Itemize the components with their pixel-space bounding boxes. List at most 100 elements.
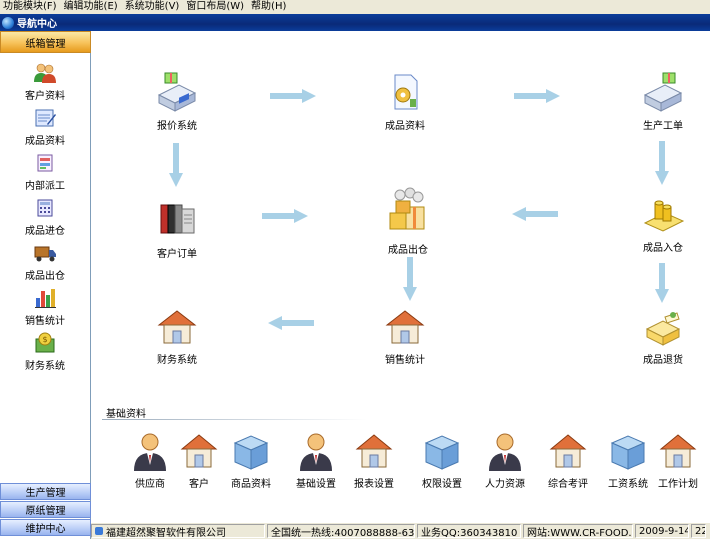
sidebar-item-sales-stats[interactable]: 销售统计 [0, 282, 90, 327]
menu-function-modules[interactable]: 功能模块(F) [0, 0, 61, 14]
menu-system[interactable]: 系统功能(V) [122, 0, 184, 14]
sidebar-section-base-paper[interactable]: 原纸管理 [0, 501, 91, 518]
arrow-down-icon [169, 143, 183, 187]
window-title: 导航中心 [17, 19, 57, 30]
section-divider [102, 419, 367, 420]
flow-node-label: 报价系统 [157, 121, 197, 132]
sidebar-section-maintenance[interactable]: 维护中心 [0, 519, 91, 536]
arrow-left-icon [512, 207, 558, 221]
binders-icon [155, 199, 199, 243]
sidebar-item-label: 财务系统 [25, 361, 65, 372]
flow-node-label: 成品入仓 [643, 243, 683, 254]
base-item-label: 客户 [189, 479, 209, 490]
notepad-icon [33, 106, 57, 130]
sidebar-item-label: 内部派工 [25, 181, 65, 192]
base-item-label: 工资系统 [608, 479, 648, 490]
base-item-basic-settings[interactable]: 基础设置 [285, 431, 347, 490]
truck-icon [33, 241, 57, 265]
flow-node-product-return[interactable]: 成品退货 [618, 305, 708, 366]
house-icon [179, 431, 219, 471]
calculator-icon [33, 196, 57, 220]
flow-node-label: 成品出仓 [388, 245, 428, 256]
status-bar: 福建超然聚智软件有限公司 全国统一热线:4007088888-63999 业务Q… [91, 523, 710, 539]
base-item-human-resources[interactable]: 人力资源 [474, 431, 536, 490]
blue-box-icon [608, 431, 648, 471]
flow-node-label: 客户订单 [157, 249, 197, 260]
base-item-label: 工作计划 [658, 479, 698, 490]
flow-node-label: 生产工单 [643, 121, 683, 132]
blue-box-icon [422, 431, 462, 471]
open-box-icon [641, 305, 685, 349]
status-hotline: 全国统一热线:4007088888-63999 [267, 524, 415, 538]
status-qq: 业务QQ:360343810 [417, 524, 521, 538]
menu-edit[interactable]: 编辑功能(E) [61, 0, 122, 14]
sidebar-item-product-stock-in[interactable]: 成品进仓 [0, 192, 90, 237]
sidebar-item-label: 销售统计 [25, 316, 65, 327]
flow-node-label: 销售统计 [385, 355, 425, 366]
sidebar-header-carton-management[interactable]: 纸箱管理 [0, 31, 91, 53]
arrow-right-icon [262, 209, 308, 223]
person-icon [485, 431, 525, 471]
person-icon [130, 431, 170, 471]
status-website: 网站:WWW.CR-FOOD.COM/CRJZ [523, 524, 633, 538]
status-time: 22 [691, 524, 706, 538]
sidebar-item-customer-info[interactable]: 客户资料 [0, 57, 90, 102]
computer-gift-icon [641, 71, 685, 115]
base-item-permission-settings[interactable]: 权限设置 [411, 431, 473, 490]
base-info-title: 基础资料 [106, 409, 146, 420]
sidebar-section-production[interactable]: 生产管理 [0, 483, 91, 500]
sidebar: 纸箱管理 客户资料 成品资料 内部派工 成品进仓 成品出仓 销售统计 $ 财务系… [0, 31, 91, 539]
money-icon: $ [33, 331, 57, 355]
menu-window-layout[interactable]: 窗口布局(W) [183, 0, 248, 14]
globe-icon [2, 16, 14, 29]
sidebar-item-label: 客户资料 [25, 91, 65, 102]
menu-help[interactable]: 帮助(H) [248, 0, 290, 14]
status-date: 2009-9-14 [635, 524, 689, 538]
base-item-report-settings[interactable]: 报表设置 [343, 431, 405, 490]
house-icon [658, 431, 698, 471]
status-company-text: 福建超然聚智软件有限公司 [106, 527, 226, 538]
blue-box-icon [231, 431, 271, 471]
house-icon [155, 305, 199, 349]
flow-node-product-out[interactable]: 成品出仓 [363, 187, 453, 256]
arrow-right-icon [514, 89, 560, 103]
arrow-down-icon [655, 263, 669, 303]
coins-icon [641, 193, 685, 237]
gift-boxes-icon [382, 187, 434, 239]
base-item-work-plan[interactable]: 工作计划 [647, 431, 709, 490]
house-icon [354, 431, 394, 471]
base-item-label: 商品资料 [231, 479, 271, 490]
status-company-icon [95, 527, 103, 535]
base-item-label: 权限设置 [422, 479, 462, 490]
menu-bar: 功能模块(F) 编辑功能(E) 系统功能(V) 窗口布局(W) 帮助(H) [0, 0, 710, 14]
flow-node-product-info[interactable]: 成品资料 [360, 71, 450, 132]
house-icon [383, 305, 427, 349]
sidebar-item-label: 成品出仓 [25, 271, 65, 282]
flow-node-work-order[interactable]: 生产工单 [618, 71, 708, 132]
base-item-label: 基础设置 [296, 479, 336, 490]
sidebar-item-product-stock-out[interactable]: 成品出仓 [0, 237, 90, 282]
arrow-right-icon [270, 89, 316, 103]
flow-node-finance[interactable]: 财务系统 [132, 305, 222, 366]
dispatch-icon [33, 151, 57, 175]
base-item-label: 人力资源 [485, 479, 525, 490]
flow-node-customer-order[interactable]: 客户订单 [132, 199, 222, 260]
sidebar-item-label: 成品资料 [25, 136, 65, 147]
flow-node-sales-stats[interactable]: 销售统计 [360, 305, 450, 366]
base-item-goods-info[interactable]: 商品资料 [220, 431, 282, 490]
arrow-left-icon [268, 316, 314, 330]
flow-node-product-in[interactable]: 成品入仓 [618, 193, 708, 254]
sidebar-items: 客户资料 成品资料 内部派工 成品进仓 成品出仓 销售统计 $ 财务系统 [0, 57, 90, 372]
sidebar-item-internal-dispatch[interactable]: 内部派工 [0, 147, 90, 192]
bar-chart-icon [33, 286, 57, 310]
sidebar-item-product-info[interactable]: 成品资料 [0, 102, 90, 147]
base-item-label: 供应商 [135, 479, 165, 490]
base-item-label: 综合考评 [548, 479, 588, 490]
arrow-down-icon [655, 141, 669, 185]
base-item-evaluation[interactable]: 综合考评 [537, 431, 599, 490]
sidebar-item-finance[interactable]: $ 财务系统 [0, 327, 90, 372]
flow-node-quote-system[interactable]: 报价系统 [132, 71, 222, 132]
people-icon [33, 61, 57, 85]
svg-text:$: $ [42, 335, 47, 344]
window-title-bar: 导航中心 [0, 14, 710, 31]
